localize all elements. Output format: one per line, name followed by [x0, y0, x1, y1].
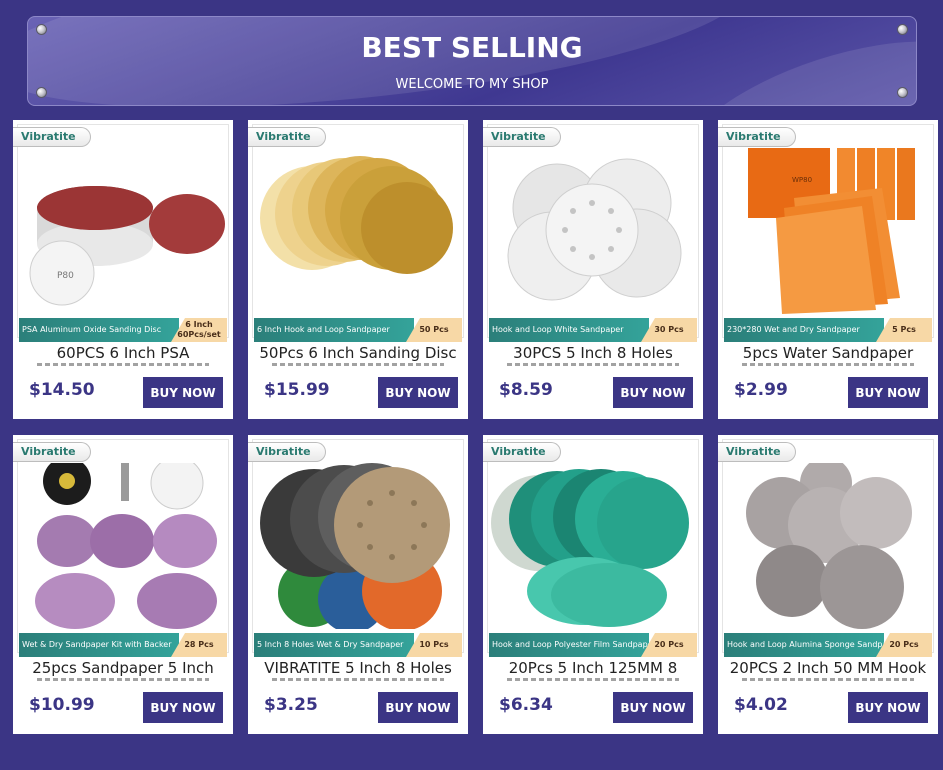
buy-now-button[interactable]: BUY NOW [613, 692, 693, 723]
ribbon-text: 230*280 Wet and Dry Sandpaper [724, 318, 884, 342]
product-image[interactable]: Vibratite Hook and Loop White Sandpaper … [483, 120, 703, 342]
product-card[interactable]: Vibratite Wet & Dry Sandpaper Kit with B… [13, 435, 233, 734]
buy-now-button[interactable]: BUY NOW [143, 692, 223, 723]
product-ribbon: Hook and Loop Alumina Sponge Sandpaper 2… [718, 633, 938, 657]
ribbon-text: Wet & Dry Sandpaper Kit with Backer [19, 633, 179, 657]
ribbon-count: 20 Pcs [876, 633, 932, 657]
ribbon-count: 10 Pcs [406, 633, 462, 657]
product-title[interactable]: 25pcs Sandpaper 5 Inch [17, 659, 229, 681]
ribbon-text: 6 Inch Hook and Loop Sandpaper [254, 318, 414, 342]
sponge-disc-image [746, 463, 912, 629]
product-title[interactable]: 5pcs Water Sandpaper [722, 344, 934, 366]
buy-now-button[interactable]: BUY NOW [143, 377, 223, 408]
banner-subtitle: WELCOME TO MY SHOP [395, 77, 549, 92]
product-grid: P80 Vibratite PSA Aluminum Oxide Sanding… [13, 120, 938, 734]
product-price: $4.02 [734, 695, 788, 715]
product-card[interactable]: Vibratite Hook and Loop Polyester Film S… [483, 435, 703, 734]
product-ribbon: 5 Inch 8 Holes Wet & Dry Sandpaper 10 Pc… [248, 633, 468, 657]
brand-tag: Vibratite [718, 442, 796, 462]
sanding-disc-image [507, 158, 682, 301]
product-ribbon: 6 Inch Hook and Loop Sandpaper 50 Pcs [248, 318, 468, 342]
sandpaper-sheet-image: WP80 [748, 148, 915, 314]
sandpaper-kit-image [35, 463, 217, 629]
buy-now-button[interactable]: BUY NOW [378, 692, 458, 723]
ribbon-text: 5 Inch 8 Holes Wet & Dry Sandpaper [254, 633, 414, 657]
sanding-disc-image [260, 463, 450, 629]
product-price: $14.50 [29, 380, 95, 400]
product-ribbon: Hook and Loop White Sandpaper 30 Pcs [483, 318, 703, 342]
svg-text:P80: P80 [57, 271, 74, 281]
product-image[interactable]: Vibratite Hook and Loop Alumina Sponge S… [718, 435, 938, 657]
ribbon-count: 30 Pcs [641, 318, 697, 342]
brand-tag: Vibratite [13, 127, 91, 147]
sanding-disc-image: P80 [29, 186, 225, 306]
product-title[interactable]: 50Pcs 6 Inch Sanding Disc [252, 344, 464, 366]
product-card[interactable]: P80 Vibratite PSA Aluminum Oxide Sanding… [13, 120, 233, 419]
brand-tag: Vibratite [718, 127, 796, 147]
product-card[interactable]: Vibratite 5 Inch 8 Holes Wet & Dry Sandp… [248, 435, 468, 734]
product-price: $2.99 [734, 380, 788, 400]
buy-now-button[interactable]: BUY NOW [613, 377, 693, 408]
product-image[interactable]: Vibratite Wet & Dry Sandpaper Kit with B… [13, 435, 233, 657]
ribbon-text: Hook and Loop White Sandpaper [489, 318, 649, 342]
ribbon-count: 5 Pcs [876, 318, 932, 342]
product-title[interactable]: 20PCS 2 Inch 50 MM Hook [722, 659, 934, 681]
product-price: $15.99 [264, 380, 330, 400]
ribbon-count: 28 Pcs [171, 633, 227, 657]
product-price: $8.59 [499, 380, 553, 400]
buy-now-button[interactable]: BUY NOW [378, 377, 458, 408]
brand-tag: Vibratite [248, 442, 326, 462]
brand-tag: Vibratite [13, 442, 91, 462]
ribbon-text: Hook and Loop Polyester Film Sandpaper [489, 633, 649, 657]
product-ribbon: 230*280 Wet and Dry Sandpaper 5 Pcs [718, 318, 938, 342]
brand-tag: Vibratite [483, 442, 561, 462]
ribbon-count: 6 Inch 60Pcs/set [171, 318, 227, 342]
ribbon-count: 50 Pcs [406, 318, 462, 342]
product-card[interactable]: Vibratite 6 Inch Hook and Loop Sandpaper… [248, 120, 468, 419]
svg-text:WP80: WP80 [792, 176, 812, 184]
product-price: $10.99 [29, 695, 95, 715]
brand-tag: Vibratite [483, 127, 561, 147]
product-price: $3.25 [264, 695, 318, 715]
product-card[interactable]: Vibratite Hook and Loop White Sandpaper … [483, 120, 703, 419]
product-price: $6.34 [499, 695, 553, 715]
buy-now-button[interactable]: BUY NOW [848, 692, 928, 723]
product-title[interactable]: VIBRATITE 5 Inch 8 Holes [252, 659, 464, 681]
product-ribbon: Hook and Loop Polyester Film Sandpaper 2… [483, 633, 703, 657]
product-title[interactable]: 60PCS 6 Inch PSA [17, 344, 229, 366]
header-banner: BEST SELLING WELCOME TO MY SHOP [27, 16, 917, 106]
product-image[interactable]: Vibratite 6 Inch Hook and Loop Sandpaper… [248, 120, 468, 342]
product-title[interactable]: 20Pcs 5 Inch 125MM 8 [487, 659, 699, 681]
product-card[interactable]: WP80 Vibratite 230*280 Wet and Dry Sandp… [718, 120, 938, 419]
ribbon-count: 20 Pcs [641, 633, 697, 657]
product-image[interactable]: Vibratite Hook and Loop Polyester Film S… [483, 435, 703, 657]
brand-tag: Vibratite [248, 127, 326, 147]
product-image[interactable]: P80 Vibratite PSA Aluminum Oxide Sanding… [13, 120, 233, 342]
product-image[interactable]: Vibratite 5 Inch 8 Holes Wet & Dry Sandp… [248, 435, 468, 657]
ribbon-text: Hook and Loop Alumina Sponge Sandpaper [724, 633, 884, 657]
banner-title: BEST SELLING [361, 31, 583, 64]
product-ribbon: PSA Aluminum Oxide Sanding Disc 6 Inch 6… [13, 318, 233, 342]
product-card[interactable]: Vibratite Hook and Loop Alumina Sponge S… [718, 435, 938, 734]
product-title[interactable]: 30PCS 5 Inch 8 Holes [487, 344, 699, 366]
sanding-disc-image [491, 469, 689, 627]
product-ribbon: Wet & Dry Sandpaper Kit with Backer 28 P… [13, 633, 233, 657]
buy-now-button[interactable]: BUY NOW [848, 377, 928, 408]
sanding-disc-image [260, 156, 453, 274]
product-image[interactable]: WP80 Vibratite 230*280 Wet and Dry Sandp… [718, 120, 938, 342]
ribbon-text: PSA Aluminum Oxide Sanding Disc [19, 318, 179, 342]
